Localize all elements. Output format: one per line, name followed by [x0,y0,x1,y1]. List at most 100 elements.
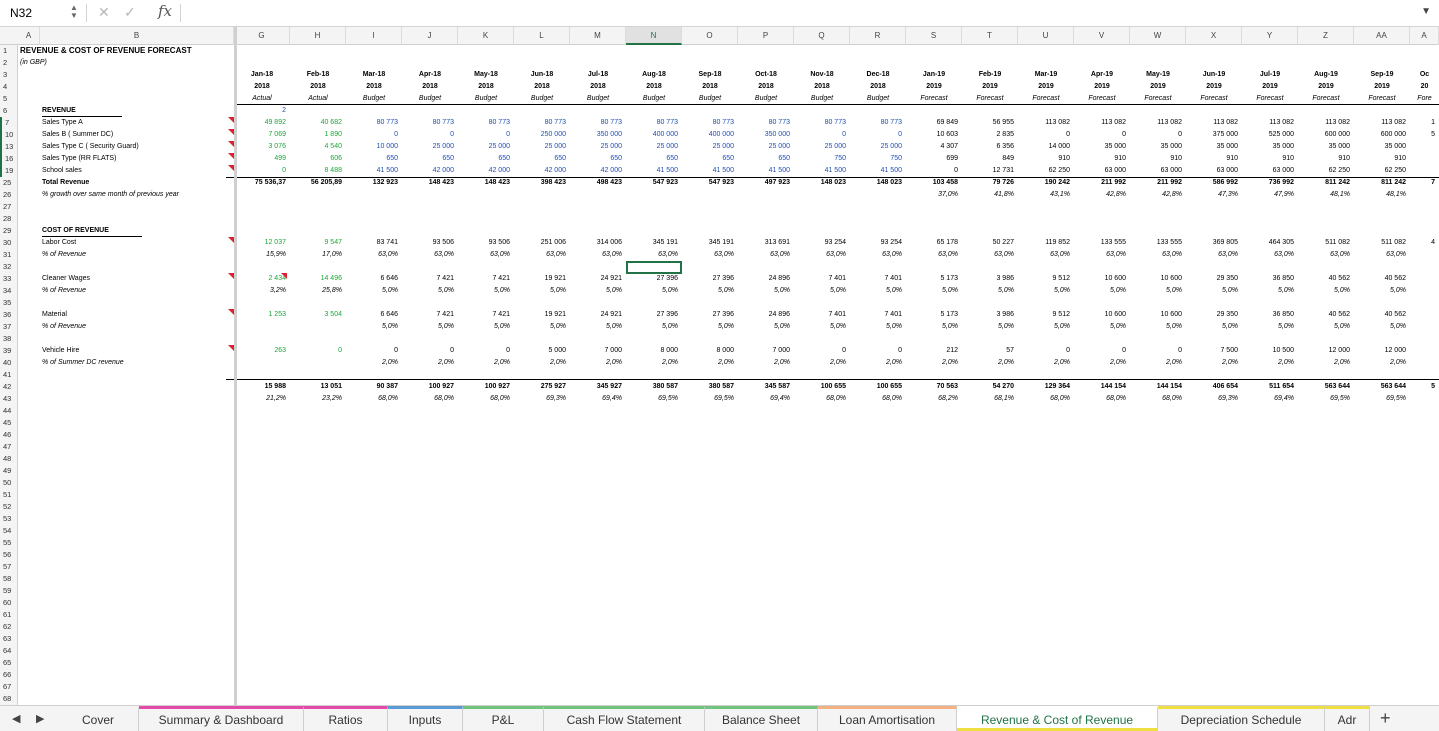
column-header-l[interactable]: L [514,27,570,45]
row-header-33[interactable]: 33 [0,273,17,285]
period-type-header[interactable]: Budget [738,93,794,105]
growth-pct-value[interactable]: 42,8% [1130,189,1182,201]
revenue-value[interactable]: 650 [570,153,622,165]
total-cost-pct-value[interactable]: 69,4% [738,393,790,405]
total-cost-pct-value[interactable]: 69,5% [1354,393,1406,405]
cost-value[interactable]: 24 921 [570,273,622,285]
cost-value[interactable]: 93 254 [850,237,902,249]
revenue-value[interactable]: 0 [234,165,286,177]
total-revenue-value[interactable]: 736 992 [1242,177,1294,189]
period-year-header[interactable]: 2019 [962,81,1018,93]
revenue-section-heading[interactable]: REVENUE [42,105,122,117]
growth-pct-value[interactable] [514,189,566,201]
revenue-value[interactable]: 49 892 [234,117,286,129]
revenue-value[interactable]: 849 [962,153,1014,165]
revenue-value[interactable]: 62 250 [1354,165,1406,177]
worksheet-grid[interactable]: REVENUE & COST OF REVENUE FORECAST (in GB… [18,45,1439,705]
revenue-value[interactable]: 499 [234,153,286,165]
row-header-66[interactable]: 66 [0,669,17,681]
period-month-header[interactable]: Jan-19 [906,69,962,81]
cost-pct-value[interactable]: 5,0% [1074,321,1126,333]
revenue-value[interactable]: 8 488 [290,165,342,177]
cost-pct-value[interactable]: 5,0% [458,285,510,297]
cost-pct-value[interactable]: 5,0% [850,285,902,297]
row-header-30[interactable]: 30 [0,237,17,249]
row-header-25[interactable]: 25 [0,177,17,189]
period-type-header[interactable]: Budget [402,93,458,105]
column-header-y[interactable]: Y [1242,27,1298,45]
total-cost-value[interactable]: 380 587 [682,381,734,393]
cost-pct-value[interactable]: 2,0% [906,357,958,369]
sheet-tab[interactable]: Loan Amortisation [818,706,957,731]
revenue-value[interactable]: 63 000 [1074,165,1126,177]
period-type-header[interactable]: Fore [1410,93,1439,105]
revenue-value[interactable]: 62 250 [1018,165,1070,177]
revenue-value[interactable]: 80 773 [738,117,790,129]
cost-pct-value[interactable]: 5,0% [794,285,846,297]
column-header-k[interactable]: K [458,27,514,45]
row-header-19[interactable]: 19 [0,165,17,177]
cost-value[interactable]: 7 421 [458,309,510,321]
column-header-s[interactable]: S [906,27,962,45]
row-header-51[interactable]: 51 [0,489,17,501]
cost-value[interactable]: 12 000 [1354,345,1406,357]
column-header-b[interactable]: B [40,27,234,45]
total-cost-value[interactable]: 15 988 [234,381,286,393]
cost-pct-value[interactable]: 5,0% [738,285,790,297]
cost-value[interactable]: 57 [962,345,1014,357]
row-header-1[interactable]: 1 [0,45,17,57]
cost-value[interactable]: 0 [1018,345,1070,357]
row-header-2[interactable]: 2 [0,57,17,69]
row-header-31[interactable]: 31 [0,249,17,261]
period-month-header[interactable]: May-19 [1130,69,1186,81]
cost-pct-value[interactable]: 5,0% [1130,285,1182,297]
period-month-header[interactable]: Oc [1410,69,1439,81]
cost-pct-value[interactable]: 17,0% [290,249,342,261]
revenue-value[interactable]: 35 000 [1298,141,1350,153]
revenue-value[interactable]: 650 [346,153,398,165]
total-cost-pct-value[interactable]: 68,0% [458,393,510,405]
revenue-value[interactable]: 69 849 [906,117,958,129]
row-header-28[interactable]: 28 [0,213,17,225]
total-cost-value[interactable]: 511 654 [1242,381,1294,393]
revenue-value[interactable]: 42 000 [402,165,454,177]
cost-value[interactable]: 36 850 [1242,309,1294,321]
row-header-43[interactable]: 43 [0,393,17,405]
revenue-value[interactable]: 525 000 [1242,129,1294,141]
cost-value[interactable]: 5 000 [514,345,566,357]
cost-value[interactable]: 6 646 [346,273,398,285]
cost-pct-value[interactable]: 5,0% [962,285,1014,297]
row-header-46[interactable]: 46 [0,429,17,441]
revenue-value[interactable]: 0 [906,165,958,177]
cost-pct-value[interactable]: 2,0% [1298,357,1350,369]
period-type-header[interactable]: Budget [346,93,402,105]
cost-pct-value[interactable] [234,357,286,369]
row-header-3[interactable]: 3 [0,69,17,81]
name-box-stepper-icon[interactable]: ▲ ▼ [70,4,78,20]
period-month-header[interactable]: Mar-18 [346,69,402,81]
revenue-value[interactable]: 10 000 [346,141,398,153]
period-type-header[interactable]: Forecast [962,93,1018,105]
cost-pct-value[interactable]: 5,0% [1242,321,1294,333]
row-header-5[interactable]: 5 [0,93,17,105]
cancel-icon[interactable]: ✕ [98,4,110,21]
revenue-value[interactable]: 25 000 [402,141,454,153]
cost-pct-value[interactable]: 5,0% [514,321,566,333]
cost-line-label[interactable]: Vehicle Hire [42,345,232,357]
row-header-13[interactable]: 13 [0,141,17,153]
revenue-value[interactable]: 40 682 [290,117,342,129]
sheet-tab[interactable]: Depreciation Schedule [1158,706,1325,731]
sheet-tab[interactable]: Revenue & Cost of Revenue [957,706,1158,731]
revenue-value[interactable]: 0 [1018,129,1070,141]
revenue-line-label[interactable]: Sales B ( Summer DC) [42,129,232,141]
cost-value[interactable]: 0 [346,345,398,357]
cost-pct-label[interactable]: % of Summer DC revenue [42,357,232,369]
cost-pct-value[interactable]: 63,0% [1242,249,1294,261]
cost-pct-value[interactable]: 2,0% [626,357,678,369]
row-header-41[interactable]: 41 [0,369,17,381]
cost-value[interactable]: 0 [290,345,342,357]
cost-pct-value[interactable]: 5,0% [738,321,790,333]
total-cost-pct-value[interactable]: 69,4% [570,393,622,405]
revenue-value[interactable]: 113 082 [1354,117,1406,129]
period-month-header[interactable]: Jul-19 [1242,69,1298,81]
